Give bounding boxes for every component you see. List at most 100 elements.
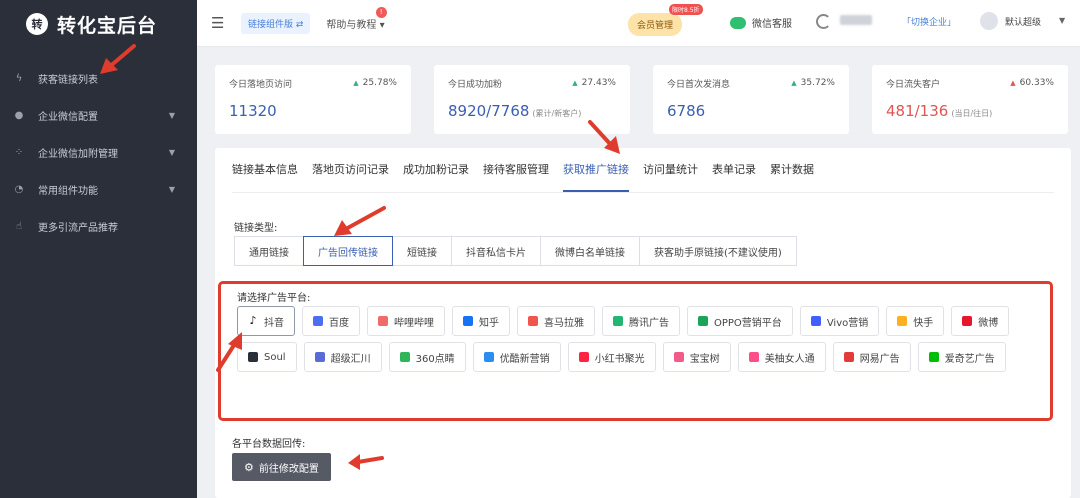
tab-7[interactable]: 累计数据 xyxy=(770,160,814,192)
version-tag[interactable]: 链接组件版 ⇄ xyxy=(241,12,311,34)
ad-platform-5[interactable]: 腾讯广告 xyxy=(602,306,680,336)
stat-value: 481/136 (当日/往日) xyxy=(886,102,993,120)
ad-platform-0[interactable]: ♪ 抖音 xyxy=(237,306,295,336)
tab-1[interactable]: 落地页访问记录 xyxy=(312,160,389,192)
modify-config-button[interactable]: ⚙ 前往修改配置 xyxy=(232,453,331,481)
sidebar: 转 转化宝后台 ϟ 获客链接列表 ● 企业微信配置 ▼ ⁘ 企业微信加附管理 ▼… xyxy=(0,0,197,498)
ad-platform-label: 抖音 xyxy=(264,317,284,329)
ad-platform-label: Vivo营销 xyxy=(826,317,869,329)
chevron-down-icon: ▼ xyxy=(168,111,175,120)
stat-card-visits: 今日落地页访问 ▲ 25.78% 11320 xyxy=(215,65,411,134)
refresh-icon[interactable] xyxy=(816,14,831,29)
stat-card-first-message: 今日首次发消息 ▲ 35.72% 6786 xyxy=(653,65,849,134)
link-type-option-3[interactable]: 抖音私信卡片 xyxy=(451,236,541,266)
ad-platform-6[interactable]: OPPO营销平台 xyxy=(687,306,793,336)
help-label: 帮助与教程 xyxy=(326,19,377,31)
lightning-icon: ϟ xyxy=(15,73,23,84)
arrow-down-icon: ▲ xyxy=(1010,79,1016,87)
sidebar-item-more-products[interactable]: ☝ 更多引流产品推荐 xyxy=(0,208,197,245)
link-type-option-0[interactable]: 通用链接 xyxy=(234,236,304,266)
ad-platform-4[interactable]: 喜马拉雅 xyxy=(517,306,595,336)
link-type-option-5[interactable]: 获客助手原链接(不建议使用) xyxy=(639,236,797,266)
ad-platform-16[interactable]: 美柚女人通 xyxy=(737,342,826,372)
data-return-label: 各平台数据回传: xyxy=(232,439,306,450)
zhihu-icon xyxy=(463,316,473,326)
help-menu[interactable]: 帮助与教程 ▾ ! xyxy=(326,6,387,31)
stat-value: 11320 xyxy=(229,102,277,120)
chat-icon: ● xyxy=(14,110,24,121)
tab-3[interactable]: 接待客服管理 xyxy=(483,160,549,192)
stat-change: ▲ 35.72% xyxy=(791,78,835,88)
ad-platform-label: 哔哩哔哩 xyxy=(394,317,434,329)
arrow-up-icon: ▲ xyxy=(572,79,578,87)
ad-platform-label: 喜马拉雅 xyxy=(544,317,584,329)
ad-platform-3[interactable]: 知乎 xyxy=(452,306,510,336)
tab-6[interactable]: 表单记录 xyxy=(712,160,756,192)
stat-card-lost: 今日流失客户 ▲ 60.33% 481/136 (当日/往日) xyxy=(872,65,1068,134)
ximalaya-icon xyxy=(528,316,538,326)
youku-icon xyxy=(483,352,494,362)
link-type-option-2[interactable]: 短链接 xyxy=(392,236,452,266)
ad-platform-label: 微博 xyxy=(978,317,999,329)
ad-platform-8[interactable]: 快手 xyxy=(886,306,945,336)
ad-platform-18[interactable]: 爱奇艺广告 xyxy=(917,342,1006,372)
hamburger-icon[interactable]: ☰ xyxy=(211,14,227,32)
soul-icon xyxy=(248,352,258,362)
ad-platform-2[interactable]: 哔哩哔哩 xyxy=(367,306,445,336)
member-badge: 限时8.5折 xyxy=(669,4,703,15)
ad-platform-label: 宝宝树 xyxy=(689,353,720,365)
ad-platform-label: 爱奇艺广告 xyxy=(944,353,995,365)
chevron-down-icon: ▼ xyxy=(168,148,175,157)
link-type-option-4[interactable]: 微博白名单链接 xyxy=(540,236,640,266)
baidu-icon xyxy=(313,316,323,326)
chevron-down-icon[interactable]: ▼ xyxy=(1059,16,1065,25)
sidebar-item-label: 常用组件功能 xyxy=(38,186,98,197)
tab-0[interactable]: 链接基本信息 xyxy=(232,160,298,192)
stat-change: ▲ 60.33% xyxy=(1010,78,1054,88)
tab-4[interactable]: 获取推广链接 xyxy=(563,160,629,192)
sidebar-item-customer-links[interactable]: ϟ 获客链接列表 xyxy=(0,60,197,97)
ad-platform-15[interactable]: 宝宝树 xyxy=(662,342,731,372)
gear-icon: ⚙ xyxy=(244,460,254,474)
ad-platform-label: 小红书聚光 xyxy=(594,353,645,365)
ad-platform-12[interactable]: 360点睛 xyxy=(388,342,466,372)
vivo-icon xyxy=(810,316,821,326)
user-name[interactable]: 默认超级 xyxy=(1005,15,1041,28)
bilibili-icon xyxy=(378,316,388,326)
ad-platform-label: 请选择广告平台: xyxy=(237,293,311,304)
sidebar-item-label: 企业微信配置 xyxy=(38,112,98,123)
tab-2[interactable]: 成功加粉记录 xyxy=(403,160,469,192)
ad-platform-1[interactable]: 百度 xyxy=(302,306,360,336)
stat-value: 6786 xyxy=(667,102,706,120)
sidebar-item-label: 企业微信加附管理 xyxy=(38,149,118,160)
brand-logo-icon: 转 xyxy=(26,13,48,35)
sidebar-item-wecom-config[interactable]: ● 企业微信配置 ▼ xyxy=(0,97,197,134)
ad-platform-17[interactable]: 网易广告 xyxy=(832,342,911,372)
member-button[interactable]: 会员管理 xyxy=(628,13,683,36)
ad-platform-9[interactable]: 微博 xyxy=(951,306,1010,336)
kuaishou-icon xyxy=(897,316,908,326)
sidebar-item-components[interactable]: ◔ 常用组件功能 ▼ xyxy=(0,171,197,208)
gauge-icon: ◔ xyxy=(14,184,24,195)
avatar[interactable] xyxy=(980,12,998,30)
ad-platform-label: 快手 xyxy=(913,317,934,329)
stat-change: ▲ 25.78% xyxy=(353,78,397,88)
ad-platform-grid: ♪ 抖音 百度 哔哩哔哩 知乎 喜马拉雅 腾讯广告 OPPO营销平台 Vivo营销 快手 微博 Sou… xyxy=(237,306,1037,372)
ad-platform-label: 美柚女人通 xyxy=(764,353,815,365)
sidebar-item-wecom-fans[interactable]: ⁘ 企业微信加附管理 ▼ xyxy=(0,134,197,171)
tab-5[interactable]: 访问量统计 xyxy=(643,160,698,192)
ad-platform-11[interactable]: 超级汇川 xyxy=(303,342,382,372)
ad-platform-label: Soul xyxy=(264,351,286,363)
netease-icon xyxy=(843,352,854,362)
wechat-service[interactable]: 微信客服 xyxy=(730,15,792,30)
link-type-option-1[interactable]: 广告回传链接 xyxy=(303,236,393,266)
ad-platform-14[interactable]: 小红书聚光 xyxy=(567,342,656,372)
stat-sub: (累计/新客户) xyxy=(532,109,582,118)
ad-platform-13[interactable]: 优酷新营销 xyxy=(472,342,561,372)
tiktok-icon: ♪ xyxy=(249,314,257,327)
weibo-icon xyxy=(962,316,973,326)
switch-company-link[interactable]: 「切换企业」 xyxy=(902,15,956,28)
ad-platform-7[interactable]: Vivo营销 xyxy=(799,306,880,336)
ad-platform-10[interactable]: Soul xyxy=(237,342,297,372)
link-type-label: 链接类型: xyxy=(234,223,278,234)
